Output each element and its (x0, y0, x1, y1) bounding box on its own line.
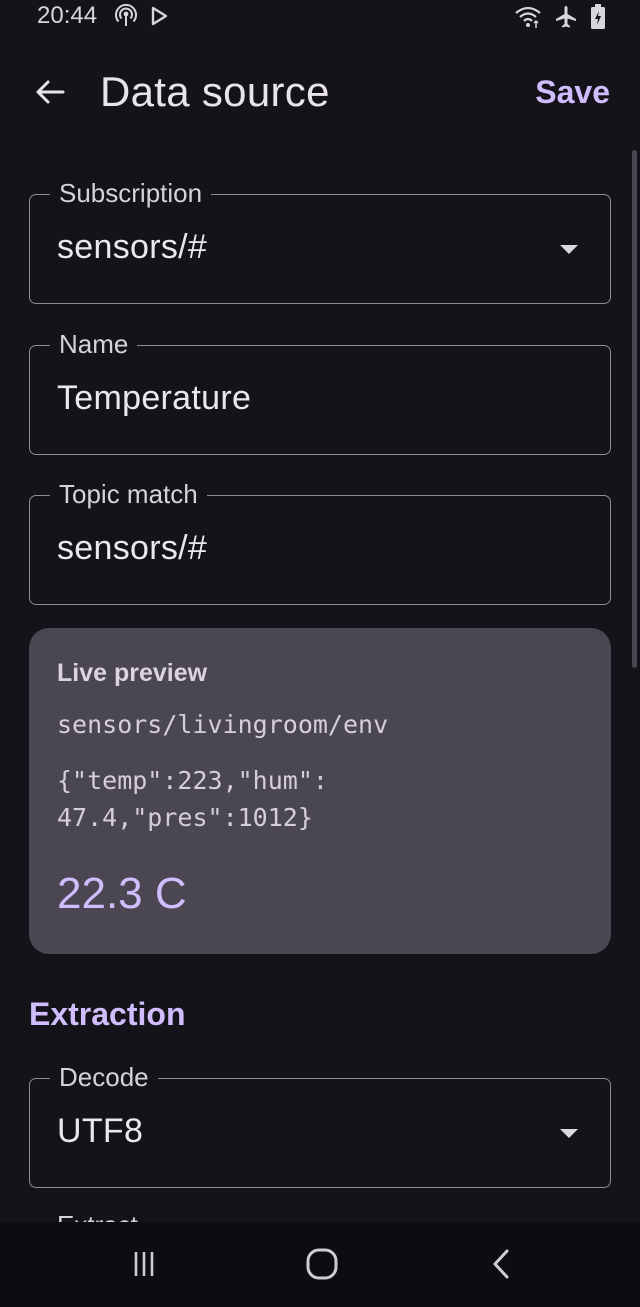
name-field[interactable]: Name Temperature (29, 329, 611, 455)
extraction-header: Extraction (29, 996, 186, 1032)
app-bar: Data source Save (0, 56, 640, 128)
battery-charging-icon (590, 4, 606, 30)
hotspot-icon (114, 4, 138, 28)
subscription-label: Subscription (50, 178, 212, 208)
scrollbar[interactable] (632, 150, 637, 668)
navigation-bar (0, 1222, 640, 1307)
live-preview-card: Live preview sensors/livingroom/env {"te… (29, 628, 611, 954)
topic-match-label: Topic match (50, 479, 207, 509)
dropdown-arrow-icon (560, 245, 578, 254)
back-nav-button[interactable] (480, 1244, 524, 1288)
status-time: 20:44 (37, 2, 98, 29)
preview-payload-line: 47.4,"pres":1012} (57, 803, 313, 832)
decode-dropdown[interactable]: Decode UTF8 (29, 1062, 611, 1188)
subscription-dropdown[interactable]: Subscription sensors/# (29, 178, 611, 304)
subscription-value: sensors/# (57, 228, 208, 266)
status-bar: 20:44 (0, 0, 640, 34)
play-icon (148, 4, 170, 28)
airplane-mode-icon (554, 5, 578, 29)
dropdown-arrow-icon (560, 1129, 578, 1138)
status-right-icons (514, 4, 606, 30)
decode-label: Decode (50, 1062, 158, 1092)
preview-value: 22.3 C (57, 869, 187, 918)
back-icon (486, 1248, 518, 1285)
home-button[interactable] (300, 1244, 344, 1288)
preview-topic: sensors/livingroom/env (57, 710, 389, 739)
name-value: Temperature (57, 379, 252, 417)
name-label: Name (50, 329, 138, 359)
recent-apps-icon (128, 1248, 160, 1285)
arrow-left-icon (33, 75, 67, 114)
recent-apps-button[interactable] (122, 1244, 166, 1288)
save-button[interactable]: Save (535, 74, 610, 111)
page-title: Data source (100, 68, 330, 115)
screen: 20:44 Data source Save Subscription sens… (0, 0, 640, 1307)
home-icon (304, 1246, 340, 1287)
status-left-icons (114, 4, 170, 28)
preview-payload-line: {"temp":223,"hum": (57, 766, 328, 795)
decode-value: UTF8 (57, 1112, 144, 1150)
preview-payload: {"temp":223,"hum": 47.4,"pres":1012} (57, 762, 437, 836)
topic-match-value: sensors/# (57, 529, 208, 567)
topic-match-field[interactable]: Topic match sensors/# (29, 479, 611, 605)
back-button[interactable] (28, 72, 72, 116)
wifi-icon (514, 5, 542, 29)
live-preview-heading: Live preview (57, 659, 208, 687)
